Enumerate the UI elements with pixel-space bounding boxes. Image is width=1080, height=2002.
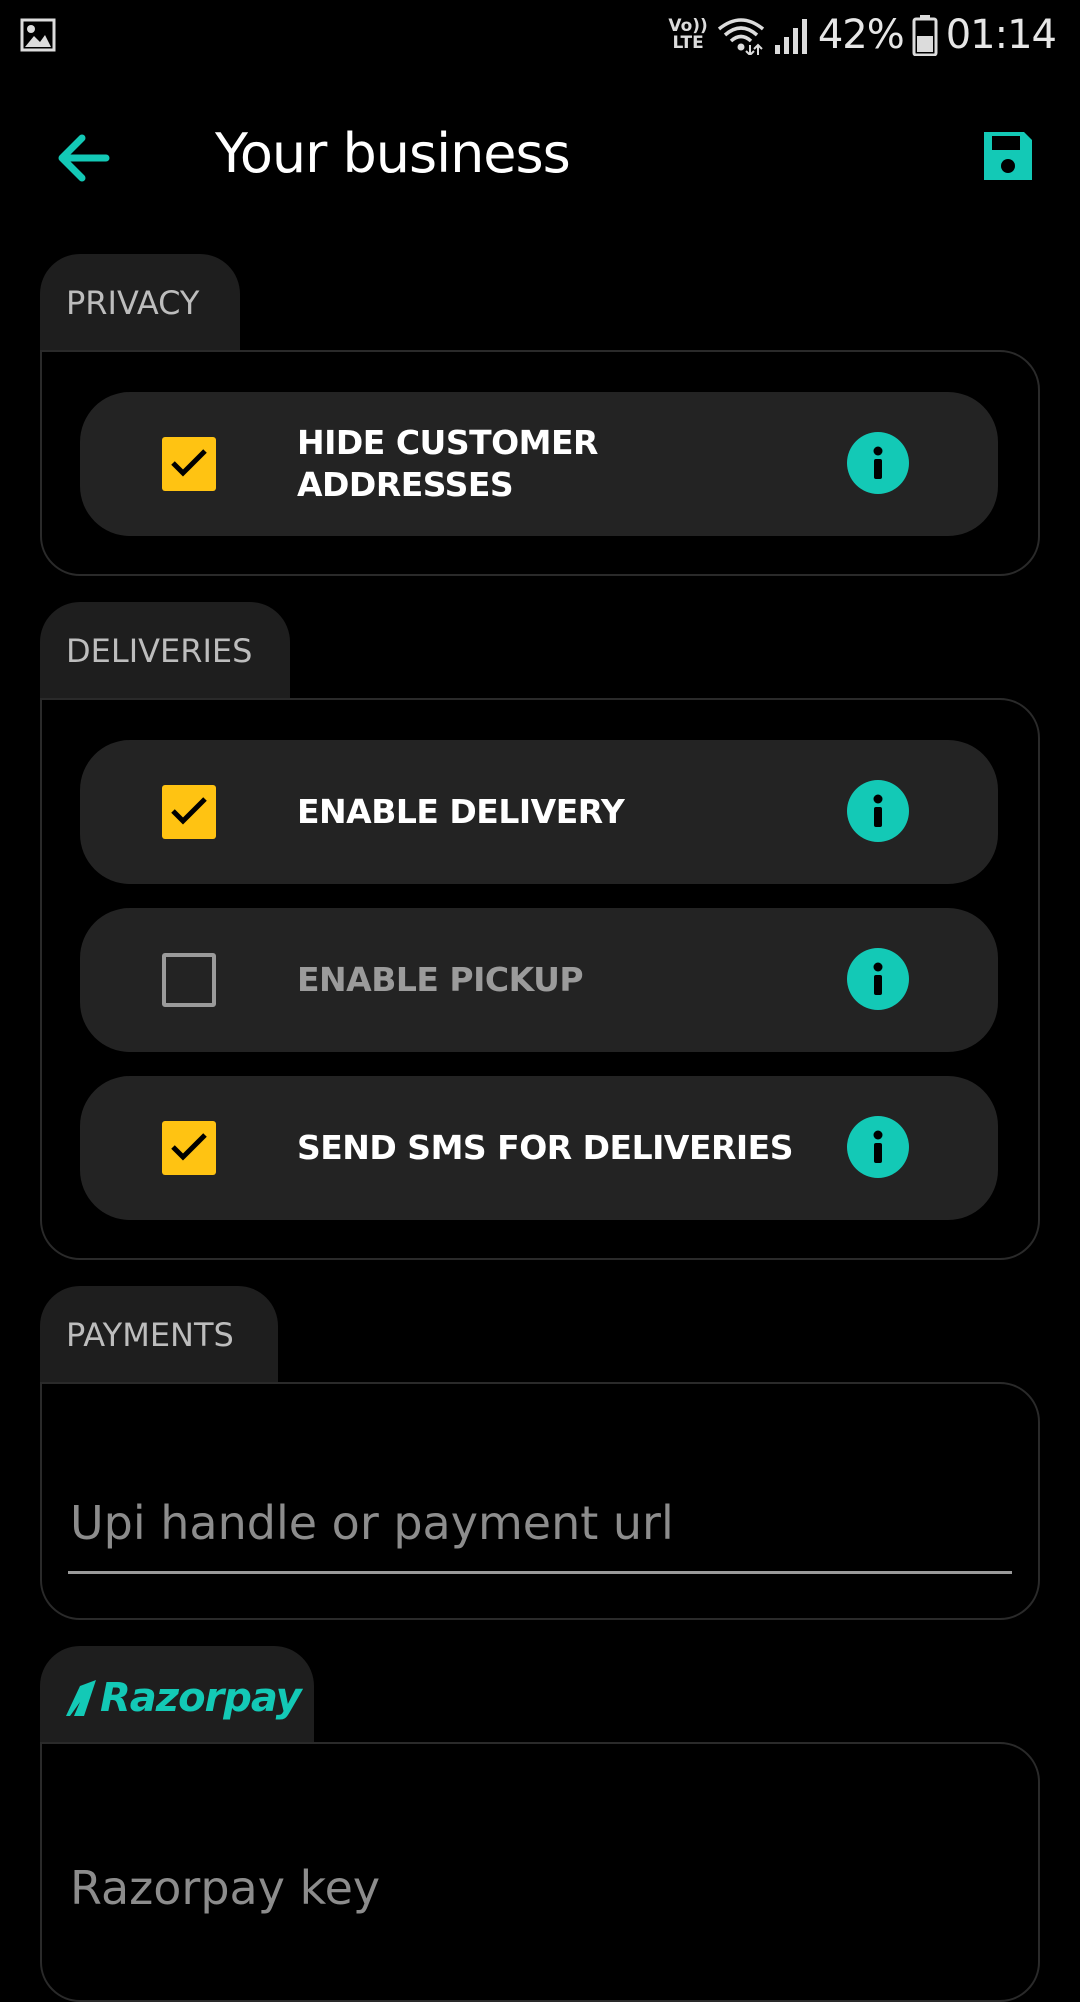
setting-label: SEND SMS FOR DELIVERIES [297, 1128, 794, 1167]
setting-row-enable-delivery[interactable]: ENABLE DELIVERY [80, 740, 998, 884]
setting-row-hide-addresses[interactable]: HIDE CUSTOMER ADDRESSES [80, 392, 998, 536]
razorpay-key-field [68, 1848, 1012, 1938]
volte-indicator: Vo)) LTE [668, 16, 708, 53]
info-icon[interactable] [847, 948, 909, 1010]
enable-pickup-checkbox[interactable] [162, 953, 216, 1007]
setting-label: ENABLE PICKUP [297, 960, 584, 999]
upi-field [68, 1484, 1012, 1574]
section-tab-payments: PAYMENTS [40, 1286, 278, 1386]
setting-label: ENABLE DELIVERY [297, 792, 625, 831]
enable-delivery-checkbox[interactable] [162, 785, 216, 839]
battery-percent: 42% [817, 12, 905, 58]
page-title: Your business [215, 122, 571, 185]
signal-icon [774, 19, 807, 54]
app-bar: Your business [0, 100, 1080, 212]
floppy-disk-icon[interactable] [980, 128, 1036, 184]
arrow-left-icon[interactable] [50, 128, 120, 188]
section-tab-deliveries: DELIVERIES [40, 602, 290, 702]
section-tab-privacy: PRIVACY [40, 254, 240, 354]
checkmark-icon [171, 1133, 207, 1161]
info-icon[interactable] [847, 432, 909, 494]
setting-row-send-sms[interactable]: SEND SMS FOR DELIVERIES [80, 1076, 998, 1220]
clock: 01:14 [945, 12, 1057, 58]
setting-label: HIDE CUSTOMER ADDRESSES [297, 423, 598, 504]
status-bar: Vo)) LTE 42% 01:14 [0, 0, 1080, 70]
checkmark-icon [171, 797, 207, 825]
send-sms-checkbox[interactable] [162, 1121, 216, 1175]
gallery-notification-icon [20, 18, 56, 52]
wifi-icon [717, 18, 764, 55]
razorpay-logo: Razorpay [66, 1672, 302, 1724]
info-icon[interactable] [847, 780, 909, 842]
hide-addresses-checkbox[interactable] [162, 437, 216, 491]
info-icon[interactable] [847, 1116, 909, 1178]
battery-icon [912, 15, 938, 56]
setting-row-enable-pickup[interactable]: ENABLE PICKUP [80, 908, 998, 1052]
upi-input[interactable] [68, 1484, 1012, 1574]
checkmark-icon [171, 449, 207, 477]
razorpay-key-input[interactable] [68, 1848, 1012, 1938]
razorpay-mark-icon [66, 1680, 96, 1716]
